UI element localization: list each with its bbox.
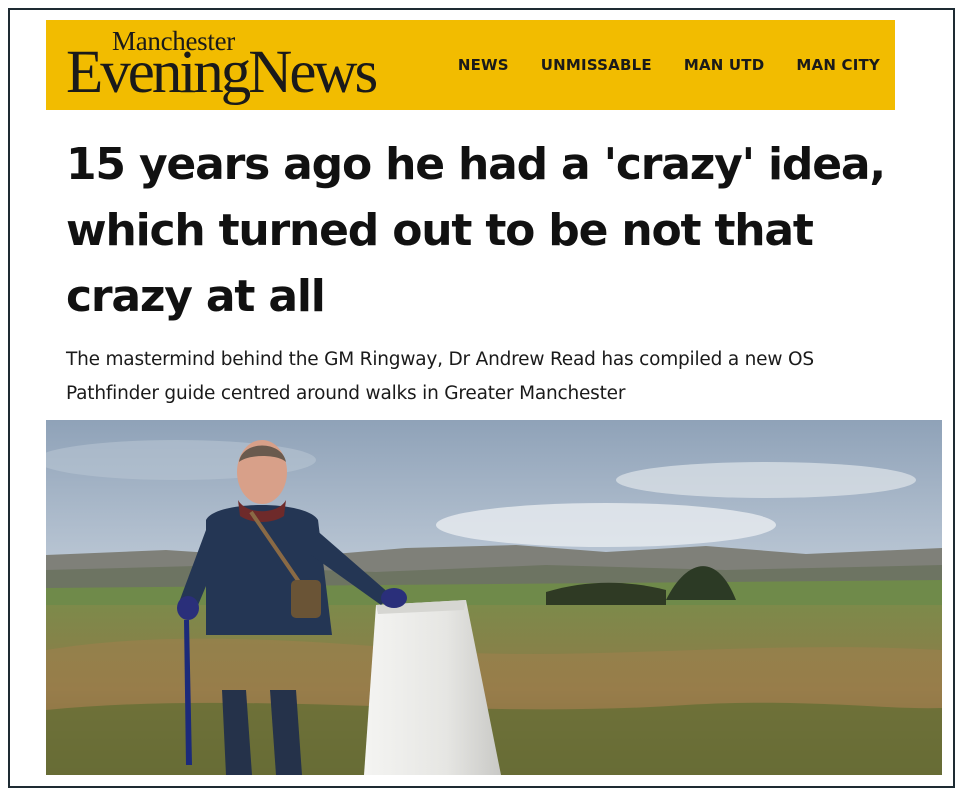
site-logo[interactable]: Manchester EveningNews (66, 26, 426, 106)
masthead: Manchester EveningNews NEWS UNMISSABLE M… (46, 20, 895, 110)
article-headline: 15 years ago he had a 'crazy' idea, whic… (66, 139, 886, 322)
article-hero-image (46, 420, 942, 775)
nav-item-man-utd[interactable]: MAN UTD (684, 56, 765, 74)
logo-text-evening-news: EveningNews (66, 39, 378, 106)
nav-item-news[interactable]: NEWS (458, 56, 509, 74)
nav-item-unmissable[interactable]: UNMISSABLE (541, 56, 652, 74)
nav-item-man-city[interactable]: MAN CITY (796, 56, 880, 74)
article-standfirst: The mastermind behind the GM Ringway, Dr… (66, 349, 814, 404)
main-nav: NEWS UNMISSABLE MAN UTD MAN CITY (458, 20, 880, 110)
